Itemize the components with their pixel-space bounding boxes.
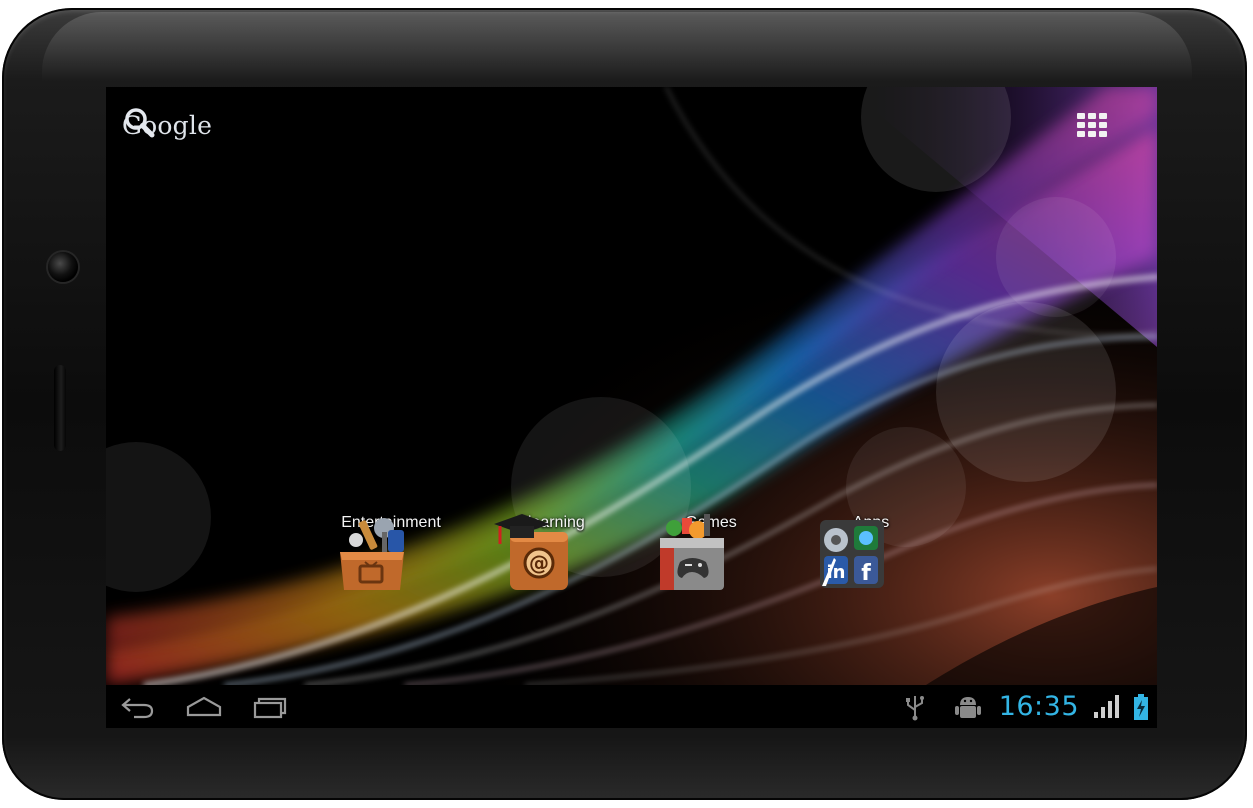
folder-games[interactable]: Games	[646, 510, 776, 628]
apps-grid-dot	[1099, 113, 1107, 119]
apps-grid-dot	[1088, 122, 1096, 128]
usb-icon	[903, 693, 927, 721]
battery-charging-icon	[1133, 693, 1149, 721]
recent-apps-icon	[253, 697, 287, 719]
svg-text:f: f	[861, 561, 871, 586]
front-camera	[48, 252, 78, 282]
bezel-highlight	[42, 12, 1192, 82]
apps-grid-dot	[1088, 131, 1096, 137]
wallpaper-swoosh	[106, 87, 1157, 685]
folder-entertainment[interactable]: Entertainment	[326, 510, 456, 628]
apps-folder-icon: in f	[820, 520, 884, 588]
tablet-screen: Google Entertainment	[106, 87, 1157, 728]
apps-grid-dot	[1099, 131, 1107, 137]
folder-elearning[interactable]: @ Elearning	[486, 510, 616, 628]
all-apps-button[interactable]	[1072, 109, 1112, 141]
home-wallpaper: Google Entertainment	[106, 87, 1157, 685]
entertainment-folder-icon	[340, 518, 404, 590]
search-icon	[125, 108, 155, 138]
apps-grid-dot	[1077, 131, 1085, 137]
home-icon	[186, 696, 222, 717]
clock: 16:35	[998, 691, 1079, 722]
svg-text:@: @	[529, 551, 549, 575]
home-button[interactable]	[182, 691, 226, 723]
recent-apps-button[interactable]	[248, 691, 292, 723]
signal-bars-icon	[1093, 694, 1121, 720]
status-area[interactable]: 16:35	[903, 685, 1149, 728]
back-icon	[121, 698, 154, 719]
apps-grid-icon	[1077, 113, 1085, 119]
android-debug-icon	[953, 693, 983, 721]
side-button	[54, 365, 66, 451]
system-bar: 16:35	[106, 685, 1157, 728]
folder-apps[interactable]: in f Apps	[806, 510, 936, 628]
games-folder-icon	[660, 514, 724, 590]
apps-grid-dot	[1077, 122, 1085, 128]
elearning-folder-icon: @	[494, 514, 568, 590]
apps-grid-dot	[1099, 122, 1107, 128]
apps-grid-dot	[1088, 113, 1096, 119]
back-button[interactable]	[116, 691, 160, 723]
google-search-bar[interactable]: Google	[122, 105, 212, 145]
